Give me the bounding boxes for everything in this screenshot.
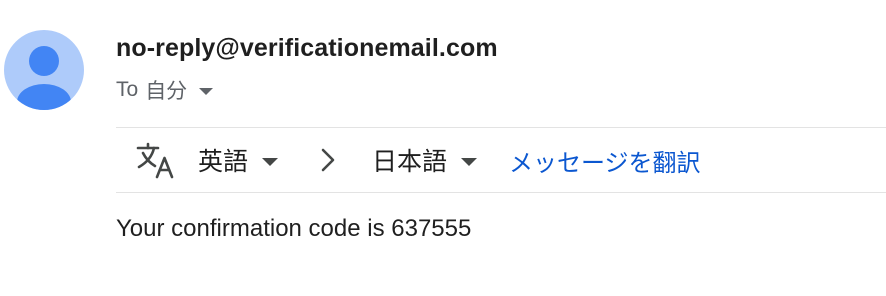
divider-bottom [116, 192, 886, 193]
chevron-right-icon [321, 148, 335, 172]
to-label: To [116, 78, 139, 101]
caret-down-icon [262, 157, 279, 166]
source-language-label: 英語 [198, 148, 249, 176]
divider-top [116, 127, 886, 128]
translate-bar: 英語 日本語 メッセージを翻訳 [136, 140, 701, 180]
caret-down-icon [199, 87, 214, 95]
translate-icon [136, 142, 174, 179]
message-body: Your confirmation code is 637555 [116, 215, 472, 242]
sender-email[interactable]: no-reply@verificationemail.com [116, 34, 498, 63]
target-language-select[interactable]: 日本語 [372, 142, 478, 178]
target-language-label: 日本語 [372, 148, 448, 176]
source-language-select[interactable]: 英語 [198, 142, 279, 178]
translate-message-link[interactable]: メッセージを翻訳 [509, 143, 701, 178]
recipient-details-toggle[interactable]: To 自分 [116, 76, 214, 104]
sender-avatar[interactable] [4, 30, 84, 110]
caret-down-icon [461, 157, 478, 166]
recipient-name: 自分 [145, 80, 188, 103]
person-avatar-icon [17, 46, 71, 110]
